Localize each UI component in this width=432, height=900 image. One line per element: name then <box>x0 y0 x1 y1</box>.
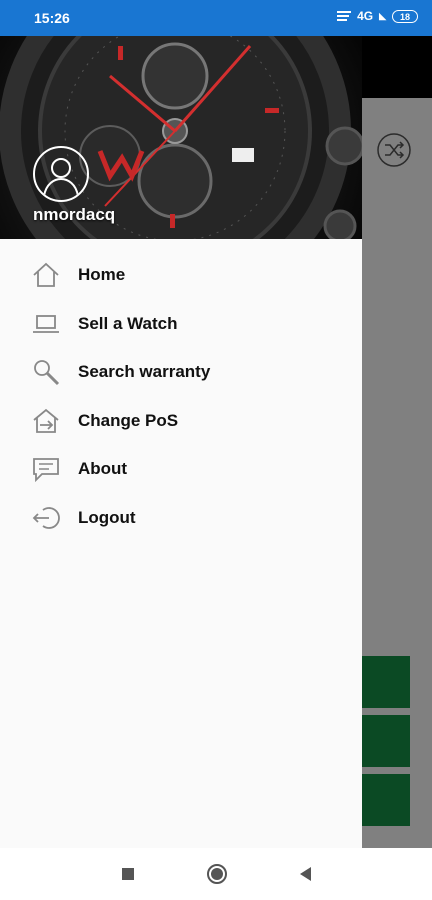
recents-icon[interactable] <box>116 862 140 886</box>
menu-item-logout[interactable]: Logout <box>0 494 362 542</box>
menu-item-search-warranty[interactable]: Search warranty <box>0 348 362 396</box>
home-circle-icon[interactable] <box>205 862 229 886</box>
menu-item-label: Sell a Watch <box>78 314 178 333</box>
menu-item-about[interactable]: About <box>0 445 362 493</box>
signal-icon <box>337 11 352 21</box>
status-icons: 4G ◣ 18 <box>337 9 418 23</box>
app-tile-1[interactable] <box>362 656 410 708</box>
status-time: 15:26 <box>34 10 70 26</box>
menu-item-label: Search warranty <box>78 362 211 381</box>
home-icon <box>31 261 61 289</box>
house-arrow-icon <box>31 407 61 435</box>
menu-item-change-pos[interactable]: Change PoS <box>0 397 362 445</box>
menu-item-label: Change PoS <box>78 411 179 430</box>
message-icon <box>31 455 61 483</box>
logout-icon <box>31 504 61 532</box>
menu-item-label: About <box>78 459 128 478</box>
menu-item-sell-a-watch[interactable]: Sell a Watch <box>0 300 362 348</box>
menu-item-label: Logout <box>78 508 136 527</box>
search-icon <box>31 358 61 386</box>
username: nmordacq <box>33 205 116 224</box>
menu-item-home[interactable]: Home <box>0 251 362 299</box>
laptop-icon <box>31 310 61 338</box>
app-tile-3[interactable] <box>362 774 410 826</box>
system-nav-bar <box>0 848 432 900</box>
user-icon[interactable] <box>33 146 89 202</box>
back-icon[interactable] <box>294 862 318 886</box>
navigation-drawer: nmordacq Home Sell a Watch Search warran… <box>0 36 362 848</box>
shuffle-icon[interactable] <box>376 132 412 168</box>
wifi-icon: ◣ <box>379 10 386 21</box>
status-bar: 15:26 4G ◣ 18 <box>0 0 432 36</box>
app-tile-2[interactable] <box>362 715 410 767</box>
network-type: 4G <box>357 9 374 23</box>
drawer-header: nmordacq <box>0 36 362 239</box>
menu-item-label: Home <box>78 265 126 284</box>
battery-icon: 18 <box>392 9 418 23</box>
